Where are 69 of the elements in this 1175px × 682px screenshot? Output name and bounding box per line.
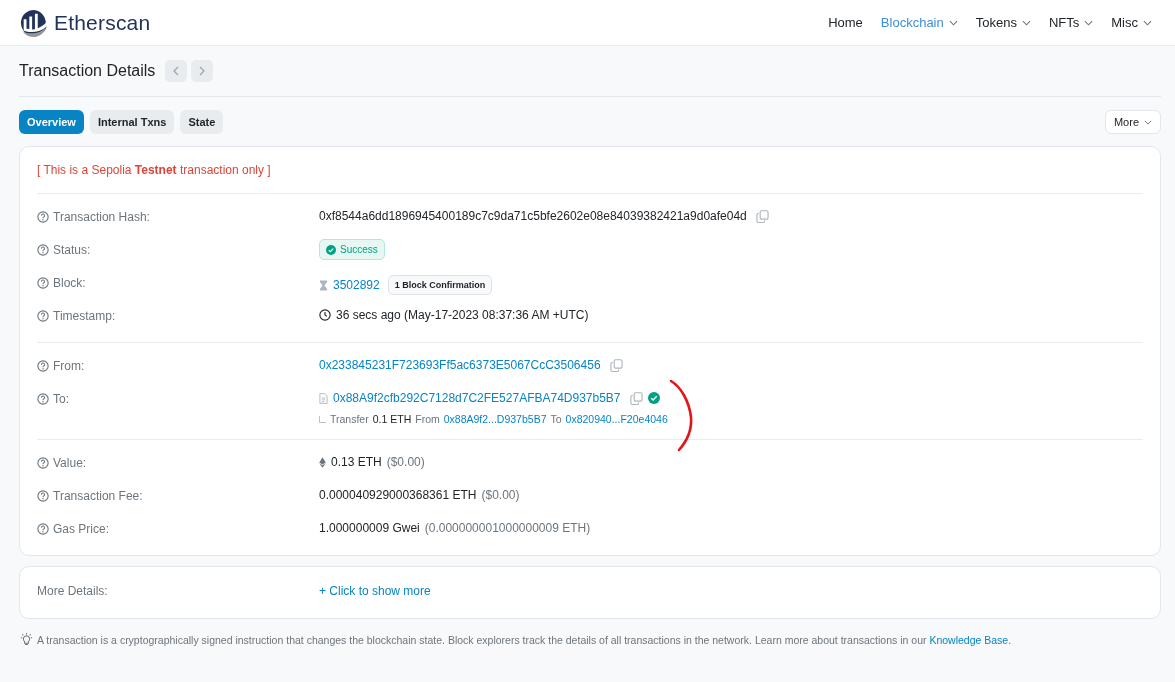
- field-label: To:: [53, 392, 69, 406]
- chevron-down-icon[interactable]: [948, 19, 958, 26]
- transfer-label: Transfer: [330, 413, 369, 425]
- tab[interactable]: Overview: [19, 110, 84, 134]
- brand-name[interactable]: Etherscan: [54, 10, 151, 35]
- copy-icon[interactable]: [629, 391, 643, 405]
- field-label: More Details:: [37, 584, 108, 598]
- nav-link[interactable]: Blockchain: [871, 15, 967, 30]
- show-more-link[interactable]: + Click to show more: [319, 584, 431, 598]
- copy-icon[interactable]: [609, 358, 623, 372]
- field-label: Transaction Hash:: [53, 210, 150, 224]
- lightbulb-icon: [19, 633, 34, 646]
- help-icon[interactable]: [37, 393, 49, 405]
- help-icon[interactable]: [37, 490, 49, 502]
- field-label: Block:: [53, 276, 86, 290]
- confirmation-badge: 1 Block Confirmation: [387, 275, 493, 295]
- field-label: Value:: [53, 456, 87, 470]
- address-link[interactable]: 0x820940...F20e4046: [565, 413, 668, 425]
- help-icon[interactable]: [37, 277, 49, 289]
- more-dropdown-button[interactable]: More: [1104, 110, 1161, 134]
- footer-note: A transaction is a cryptographically signed instruction that changes the blockchain state. Block explorers track the details of all transactions in the network. Learn more about transactions in our Knowledge Base.: [37, 633, 1012, 646]
- transaction-hash: 0xf8544a6dd1896945400189c7c9da71c5bfe2602e08e84039382421a9d0afe04d: [319, 209, 747, 223]
- branch-icon: [319, 415, 326, 423]
- field-label: From:: [53, 359, 85, 373]
- nav-link[interactable]: NFTs: [1039, 15, 1103, 30]
- status-badge: Success: [319, 239, 385, 260]
- block-number-link[interactable]: 3502892: [333, 278, 380, 292]
- field-label: Gas Price:: [53, 522, 109, 536]
- page-title: Transaction Details: [19, 62, 156, 80]
- help-icon[interactable]: [37, 244, 49, 256]
- ethereum-icon: [319, 456, 326, 468]
- chevron-down-icon[interactable]: [1084, 19, 1094, 26]
- testnet-notice: [ This is a Sepolia Testnet transaction only ]: [37, 147, 1143, 194]
- nav-link[interactable]: Tokens: [966, 15, 1040, 30]
- tab[interactable]: State: [180, 110, 224, 134]
- amount-value: 0.13 ETH: [331, 455, 382, 469]
- amount-note: (0.000000001000000009 ETH): [424, 521, 591, 535]
- chevron-left-icon[interactable]: [173, 66, 180, 76]
- help-icon[interactable]: [37, 310, 49, 322]
- hourglass-icon: [319, 279, 328, 291]
- document-icon: [319, 392, 328, 404]
- amount-note: ($0.00): [481, 488, 520, 502]
- nav-link[interactable]: Misc: [1102, 15, 1161, 30]
- timestamp-text: 36 secs ago (May-17-2023 08:37:36 AM +UTC): [336, 308, 589, 322]
- address-link[interactable]: 0x88A9f2...D937b5B7: [443, 413, 547, 425]
- nav-link[interactable]: Home: [819, 15, 872, 30]
- help-icon[interactable]: [37, 523, 49, 535]
- transfer-amount: 0.1 ETH: [372, 413, 412, 425]
- tab[interactable]: Internal Txns: [89, 110, 175, 134]
- amount-note: ($0.00): [386, 455, 425, 469]
- logo-icon[interactable]: [19, 7, 49, 38]
- from-label: From: [415, 413, 440, 425]
- address-link[interactable]: 0x233845231F723693Ff5ac6373E5067CcC3506456: [319, 358, 601, 372]
- amount-value: 1.000000009 Gwei: [319, 521, 420, 535]
- contract-address-link[interactable]: 0x88A9f2cfb292C7128d7C2FE527AFBA74D937b5B7: [333, 391, 621, 405]
- field-label: Timestamp:: [53, 309, 116, 323]
- amount-value: 0.000040929000368361 ETH: [319, 488, 477, 502]
- chevron-down-icon[interactable]: [1143, 19, 1152, 26]
- chevron-down-icon[interactable]: [1144, 119, 1152, 125]
- help-icon[interactable]: [37, 457, 49, 469]
- chevron-right-icon[interactable]: [199, 66, 206, 76]
- field-label: Transaction Fee:: [53, 489, 143, 503]
- to-label: To: [550, 413, 562, 425]
- help-icon[interactable]: [37, 360, 49, 372]
- field-label: Status:: [53, 243, 91, 257]
- copy-icon[interactable]: [755, 209, 769, 223]
- help-icon[interactable]: [37, 211, 49, 223]
- chevron-down-icon[interactable]: [1021, 19, 1031, 26]
- clock-icon: [319, 309, 331, 321]
